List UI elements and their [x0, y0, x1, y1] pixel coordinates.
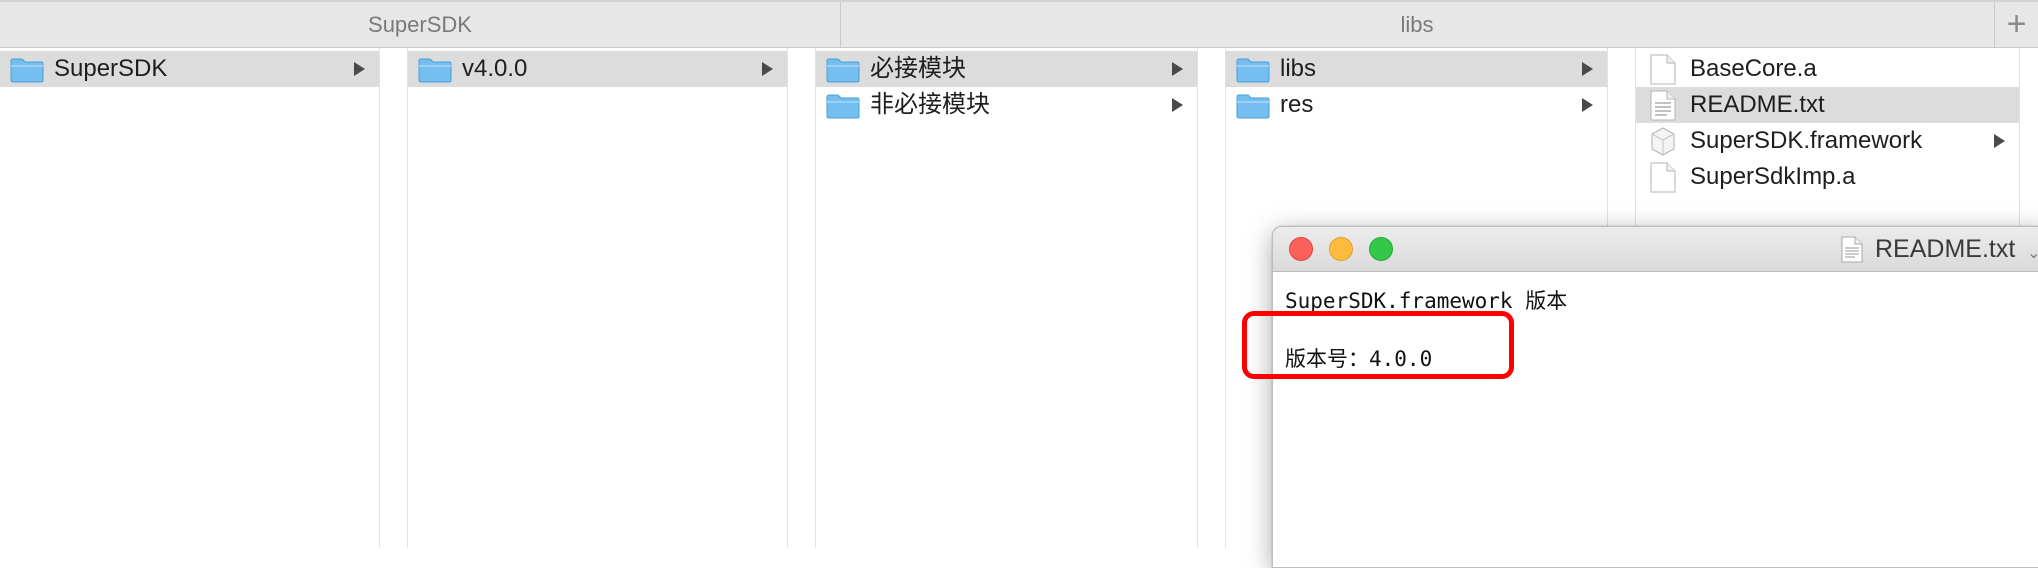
chevron-right-icon — [1582, 98, 1593, 112]
file-icon — [1650, 162, 1676, 193]
chevron-right-icon — [1172, 62, 1183, 76]
folder-icon — [10, 58, 44, 83]
list-item-res[interactable]: res — [1226, 87, 1607, 123]
item-label: SuperSdkImp.a — [1690, 163, 1856, 190]
column-divider[interactable] — [788, 48, 816, 548]
quick-look-window: README.txt ⌄ SuperSDK.framework 版本 版本号：4… — [1272, 226, 2038, 568]
tab-supersdk[interactable]: SuperSDK — [0, 2, 841, 48]
chevron-right-icon — [1582, 62, 1593, 76]
plus-icon[interactable]: + — [1994, 2, 2038, 48]
chevron-right-icon — [762, 62, 773, 76]
folder-icon — [1236, 58, 1270, 83]
highlight-annotation — [1242, 311, 1514, 379]
zoom-button[interactable] — [1369, 237, 1393, 261]
item-label: BaseCore.a — [1690, 55, 1817, 82]
list-item-readme[interactable]: README.txt — [1636, 87, 2019, 123]
item-label: libs — [1280, 55, 1317, 82]
folder-icon — [418, 58, 452, 83]
item-label: SuperSDK — [54, 55, 168, 82]
list-item-supersdkimp[interactable]: SuperSdkImp.a — [1636, 159, 2019, 195]
item-label: README.txt — [1690, 91, 1825, 118]
close-button[interactable] — [1289, 237, 1313, 261]
column-divider[interactable] — [1198, 48, 1226, 548]
list-item-v4[interactable]: v4.0.0 — [408, 51, 787, 87]
folder-icon — [1236, 94, 1270, 119]
folder-icon — [826, 58, 860, 83]
list-item-supersdk-framework[interactable]: SuperSDK.framework — [1636, 123, 2019, 159]
list-item-basecore[interactable]: BaseCore.a — [1636, 51, 2019, 87]
text-file-icon — [1650, 90, 1676, 121]
chevron-right-icon — [1994, 134, 2005, 148]
list-item-required-modules[interactable]: 必接模块 — [816, 51, 1197, 87]
list-item-libs[interactable]: libs — [1226, 51, 1607, 87]
chevron-right-icon — [354, 62, 365, 76]
column-divider[interactable] — [380, 48, 408, 548]
minimize-button[interactable] — [1329, 237, 1353, 261]
item-label: res — [1280, 91, 1314, 118]
chevron-right-icon — [1172, 98, 1183, 112]
preview-titlebar[interactable]: README.txt ⌄ — [1273, 227, 2038, 272]
item-label: SuperSDK.framework — [1690, 127, 1923, 154]
file-icon — [1650, 54, 1676, 85]
item-label: 非必接模块 — [870, 91, 990, 118]
list-item-supersdk[interactable]: SuperSDK — [0, 51, 379, 87]
tab-libs[interactable]: libs — [840, 2, 1994, 48]
item-label: v4.0.0 — [462, 55, 528, 82]
framework-icon — [1651, 127, 1675, 156]
column-3: 必接模块 非必接模块 — [816, 48, 1198, 548]
item-label: 必接模块 — [870, 55, 966, 82]
chevron-down-icon[interactable]: ⌄ — [2027, 243, 2038, 263]
preview-title: README.txt — [1875, 235, 2016, 263]
list-item-optional-modules[interactable]: 非必接模块 — [816, 87, 1197, 123]
column-1: SuperSDK — [0, 48, 380, 548]
tab-bar: SuperSDK libs + — [0, 0, 2038, 48]
folder-icon — [826, 94, 860, 119]
column-2: v4.0.0 — [408, 48, 788, 548]
